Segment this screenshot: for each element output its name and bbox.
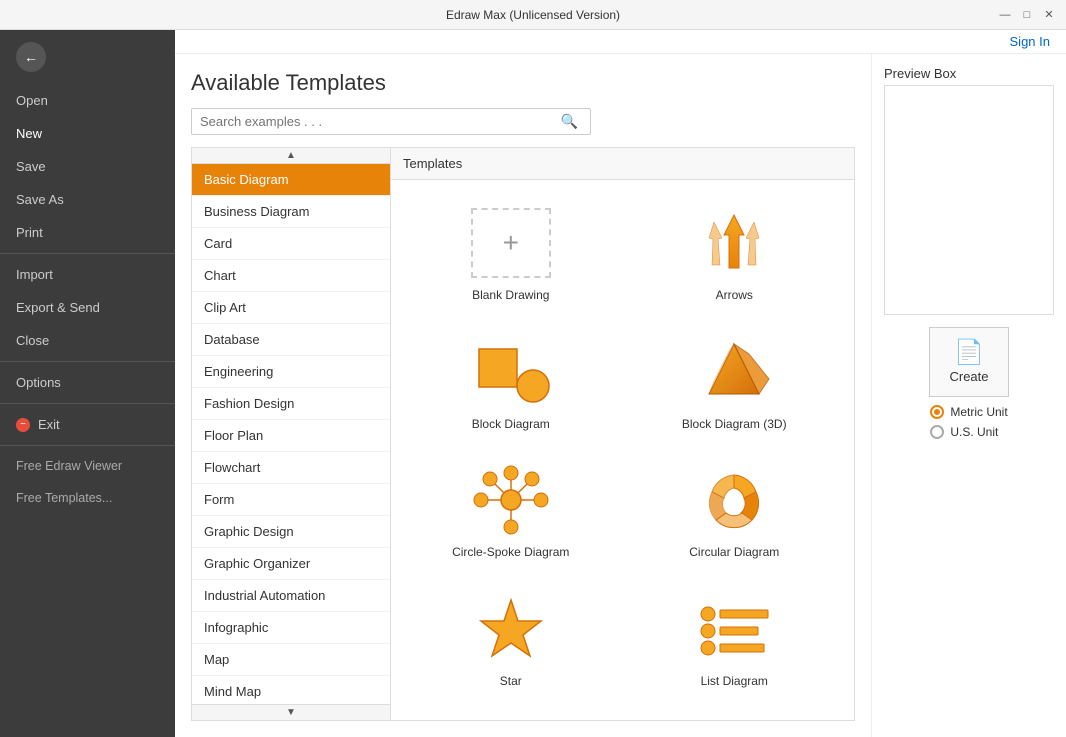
category-fashion-design[interactable]: Fashion Design — [192, 388, 390, 420]
sidebar-item-options[interactable]: Options — [0, 366, 175, 399]
list-diagram-icon — [689, 591, 779, 666]
metric-radio-dot — [930, 405, 944, 419]
templates-grid: + Blank Drawing — [391, 180, 854, 710]
metric-unit-label: Metric Unit — [950, 405, 1007, 419]
metric-unit-radio[interactable]: Metric Unit — [930, 405, 1007, 419]
split-area: ▲ Basic Diagram Business Diagram Card Ch… — [191, 147, 855, 721]
template-blank-drawing-label: Blank Drawing — [472, 288, 549, 304]
template-list-diagram-label: List Diagram — [701, 674, 768, 690]
us-unit-label: U.S. Unit — [950, 425, 998, 439]
back-area: ← — [0, 30, 175, 84]
sidebar-item-import[interactable]: Import — [0, 258, 175, 291]
create-doc-icon: 📄 — [954, 341, 984, 365]
template-circular-diagram[interactable]: Circular Diagram — [623, 445, 847, 574]
exit-icon: − — [16, 418, 30, 432]
circular-diagram-icon — [689, 462, 779, 537]
search-input[interactable] — [200, 114, 557, 129]
template-panel: Available Templates 🔍 ▲ Basic Diagram Bu… — [175, 54, 871, 737]
sidebar-item-print[interactable]: Print — [0, 216, 175, 249]
maximize-button[interactable]: □ — [1018, 6, 1036, 24]
search-bar: 🔍 — [191, 108, 591, 135]
window-controls: — □ ✕ — [996, 6, 1058, 24]
preview-section: Preview Box — [884, 66, 1054, 315]
template-star[interactable]: Star — [399, 574, 623, 703]
sidebar: ← Open New Save Save As Print Import — [0, 30, 175, 737]
sidebar-item-close[interactable]: Close — [0, 324, 175, 357]
category-flowchart[interactable]: Flowchart — [192, 452, 390, 484]
category-engineering[interactable]: Engineering — [192, 356, 390, 388]
sidebar-divider-4 — [0, 445, 175, 446]
template-list-diagram[interactable]: List Diagram — [623, 574, 847, 703]
panel-title: Available Templates — [191, 70, 855, 96]
sidebar-divider-3 — [0, 403, 175, 404]
close-button[interactable]: ✕ — [1040, 6, 1058, 24]
template-circle-spoke[interactable]: Circle-Spoke Diagram — [399, 445, 623, 574]
category-graphic-organizer[interactable]: Graphic Organizer — [192, 548, 390, 580]
content-area: Available Templates 🔍 ▲ Basic Diagram Bu… — [175, 54, 1066, 737]
circle-spoke-icon — [466, 462, 556, 537]
category-form[interactable]: Form — [192, 484, 390, 516]
sidebar-divider-2 — [0, 361, 175, 362]
template-circular-diagram-label: Circular Diagram — [689, 545, 779, 561]
templates-area: Templates + Blank Drawing — [391, 147, 855, 721]
app-title: Edraw Max (Unlicensed Version) — [446, 8, 620, 22]
template-arrows-label: Arrows — [716, 288, 753, 304]
sidebar-item-export[interactable]: Export & Send — [0, 291, 175, 324]
app-container: ← Open New Save Save As Print Import — [0, 30, 1066, 737]
category-scroll-up[interactable]: ▲ — [192, 148, 390, 164]
template-star-label: Star — [500, 674, 522, 690]
sidebar-menu: Open New Save Save As Print Import Expor… — [0, 84, 175, 737]
template-block-diagram[interactable]: Block Diagram — [399, 317, 623, 446]
preview-box — [884, 85, 1054, 315]
sidebar-item-freetemplates[interactable]: Free Templates... — [0, 482, 175, 514]
category-business-diagram[interactable]: Business Diagram — [192, 196, 390, 228]
minimize-button[interactable]: — — [996, 6, 1014, 24]
category-scroll-down[interactable]: ▼ — [192, 704, 390, 720]
category-infographic[interactable]: Infographic — [192, 612, 390, 644]
block-diagram-3d-icon — [689, 334, 779, 409]
template-block-diagram-3d[interactable]: Block Diagram (3D) — [623, 317, 847, 446]
category-graphic-design[interactable]: Graphic Design — [192, 516, 390, 548]
sidebar-item-save[interactable]: Save — [0, 150, 175, 183]
main-content: Sign In Available Templates 🔍 ▲ Basic Di… — [175, 30, 1066, 737]
sidebar-item-freeviewer[interactable]: Free Edraw Viewer — [0, 450, 175, 482]
right-panel: Preview Box 📄 Create Metric Unit — [871, 54, 1066, 737]
category-floor-plan[interactable]: Floor Plan — [192, 420, 390, 452]
sidebar-item-open[interactable]: Open — [0, 84, 175, 117]
sign-in-link[interactable]: Sign In — [1010, 34, 1050, 49]
category-basic-diagram[interactable]: Basic Diagram — [192, 164, 390, 196]
us-unit-radio[interactable]: U.S. Unit — [930, 425, 1007, 439]
top-bar: Sign In — [175, 30, 1066, 54]
create-area: 📄 Create Metric Unit U.S. Unit — [884, 327, 1054, 439]
blank-drawing-icon: + — [466, 205, 556, 280]
category-industrial-automation[interactable]: Industrial Automation — [192, 580, 390, 612]
unit-radio-group: Metric Unit U.S. Unit — [930, 405, 1007, 439]
template-block-diagram-3d-label: Block Diagram (3D) — [682, 417, 787, 433]
template-block-diagram-label: Block Diagram — [472, 417, 550, 433]
title-bar: Edraw Max (Unlicensed Version) — □ ✕ — [0, 0, 1066, 30]
template-arrows[interactable]: Arrows — [623, 188, 847, 317]
template-blank-drawing[interactable]: + Blank Drawing — [399, 188, 623, 317]
sidebar-divider-1 — [0, 253, 175, 254]
create-label: Create — [949, 369, 988, 384]
template-circle-spoke-label: Circle-Spoke Diagram — [452, 545, 569, 561]
star-icon-svg — [466, 591, 556, 666]
category-card[interactable]: Card — [192, 228, 390, 260]
search-button[interactable]: 🔍 — [557, 113, 582, 130]
back-button[interactable]: ← — [16, 42, 46, 72]
category-list: ▲ Basic Diagram Business Diagram Card Ch… — [191, 147, 391, 721]
preview-title: Preview Box — [884, 66, 1054, 81]
sidebar-item-new[interactable]: New — [0, 117, 175, 150]
block-diagram-icon — [466, 334, 556, 409]
us-radio-dot — [930, 425, 944, 439]
category-chart[interactable]: Chart — [192, 260, 390, 292]
templates-header: Templates — [391, 148, 854, 180]
category-clip-art[interactable]: Clip Art — [192, 292, 390, 324]
category-map[interactable]: Map — [192, 644, 390, 676]
sidebar-item-exit[interactable]: − Exit — [0, 408, 175, 441]
sidebar-item-saveas[interactable]: Save As — [0, 183, 175, 216]
create-button[interactable]: 📄 Create — [929, 327, 1009, 397]
arrows-icon — [689, 205, 779, 280]
category-database[interactable]: Database — [192, 324, 390, 356]
